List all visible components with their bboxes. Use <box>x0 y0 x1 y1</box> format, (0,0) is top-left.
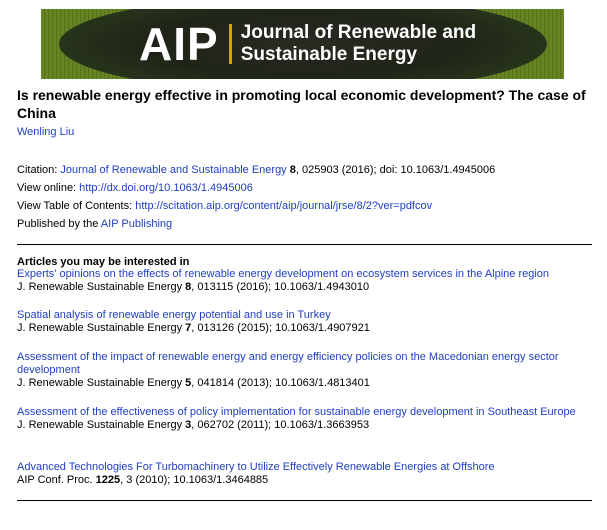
related-article-rest: , 3 (2010); 10.1063/1.3464885 <box>120 474 269 486</box>
related-article-journal: J. Renewable Sustainable Energy <box>17 281 186 293</box>
related-article: Spatial analysis of renewable energy pot… <box>17 309 592 335</box>
related-articles-heading: Articles you may be interested in <box>17 256 190 268</box>
publisher-label: Published by the <box>17 218 101 230</box>
view-toc-line: View Table of Contents: http://scitation… <box>17 199 432 213</box>
citation-line: Citation: Journal of Renewable and Susta… <box>17 163 495 177</box>
author-link[interactable]: Wenling Liu <box>17 126 74 138</box>
top-divider <box>17 244 592 245</box>
related-article-journal: AIP Conf. Proc. <box>17 474 96 486</box>
journal-name: Journal of Renewable and Sustainable Ene… <box>241 22 476 66</box>
related-article-citation: J. Renewable Sustainable Energy 7, 01312… <box>17 322 592 335</box>
related-article-rest: , 013115 (2016); 10.1063/1.4943010 <box>191 281 370 293</box>
publisher-link[interactable]: AIP Publishing <box>101 218 172 230</box>
view-toc-label: View Table of Contents: <box>17 200 136 212</box>
aip-logo: AIP Journal of Renewable and Sustainable… <box>139 21 476 67</box>
related-article-title-link[interactable]: Experts' opinions on the effects of rene… <box>17 268 592 281</box>
aip-logo-text: AIP <box>139 18 219 70</box>
view-online-link[interactable]: http://dx.doi.org/10.1063/1.4945006 <box>79 182 253 194</box>
related-article-journal: J. Renewable Sustainable Energy <box>17 322 186 334</box>
view-online-label: View online: <box>17 182 80 194</box>
related-article-title-link[interactable]: Spatial analysis of renewable energy pot… <box>17 309 592 322</box>
related-article-citation: J. Renewable Sustainable Energy 5, 04181… <box>17 377 592 390</box>
citation-label: Citation: <box>17 164 61 176</box>
view-toc-link[interactable]: http://scitation.aip.org/content/aip/jou… <box>135 200 432 212</box>
related-article-title-link[interactable]: Assessment of the effectiveness of polic… <box>17 406 592 419</box>
publisher-line: Published by the AIP Publishing <box>17 217 172 231</box>
citation-rest: , 025903 (2016); doi: 10.1063/1.4945006 <box>295 164 496 176</box>
related-article: Assessment of the impact of renewable en… <box>17 351 592 390</box>
view-online-line: View online: http://dx.doi.org/10.1063/1… <box>17 181 253 195</box>
journal-name-line2: Sustainable Energy <box>240 44 418 65</box>
related-article: Assessment of the effectiveness of polic… <box>17 406 592 432</box>
logo-divider <box>228 24 232 64</box>
related-article-journal: J. Renewable Sustainable Energy <box>17 419 186 431</box>
related-article-title-link[interactable]: Advanced Technologies For Turbomachinery… <box>17 461 592 474</box>
related-article-citation: J. Renewable Sustainable Energy 3, 06270… <box>17 419 592 432</box>
journal-banner: AIP Journal of Renewable and Sustainable… <box>41 9 564 79</box>
related-article: Advanced Technologies For Turbomachinery… <box>17 461 592 487</box>
article-title: Is renewable energy effective in promoti… <box>17 87 586 121</box>
related-article-rest: , 013126 (2015); 10.1063/1.4907921 <box>191 322 370 334</box>
related-article-rest: , 062702 (2011); 10.1063/1.3663953 <box>191 419 370 431</box>
related-article-rest: , 041814 (2013); 10.1063/1.4813401 <box>191 377 370 389</box>
related-article-journal: J. Renewable Sustainable Energy <box>17 377 186 389</box>
bottom-divider <box>17 500 592 501</box>
related-article-citation: AIP Conf. Proc. 1225, 3 (2010); 10.1063/… <box>17 474 592 487</box>
related-article-volume: 1225 <box>95 474 121 486</box>
citation-journal-link[interactable]: Journal of Renewable and Sustainable Ene… <box>60 164 286 176</box>
related-article-title-link[interactable]: Assessment of the impact of renewable en… <box>17 351 592 377</box>
related-article-citation: J. Renewable Sustainable Energy 8, 01311… <box>17 281 592 294</box>
related-article: Experts' opinions on the effects of rene… <box>17 268 592 294</box>
journal-name-line1: Journal of Renewable and <box>240 22 477 43</box>
